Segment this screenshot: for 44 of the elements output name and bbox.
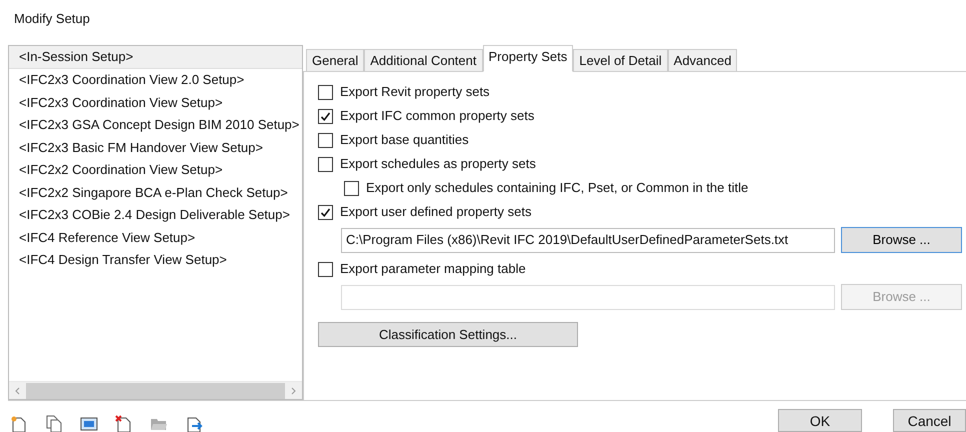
checkbox[interactable]: [318, 204, 333, 220]
tab[interactable]: General: [306, 49, 364, 71]
checkbox-label: Export user defined property sets: [340, 203, 532, 222]
rename-icon[interactable]: [80, 415, 98, 432]
checkbox-label: Export IFC common property sets: [340, 107, 534, 126]
checkbox[interactable]: [344, 180, 359, 196]
tab[interactable]: Level of Detail: [573, 49, 668, 71]
ok-button[interactable]: OK: [778, 409, 862, 432]
check-icon: [320, 110, 331, 122]
file-path-field[interactable]: C:\Program Files (x86)\Revit IFC 2019\DefaultUserDefinedParameterSets.txt: [341, 228, 835, 252]
check-icon: [320, 206, 331, 218]
tab[interactable]: Property Sets: [482, 45, 574, 72]
setup-list-item[interactable]: <IFC4 Reference View Setup>: [9, 226, 302, 248]
checkbox[interactable]: [318, 262, 333, 276]
tab[interactable]: Advanced: [668, 49, 738, 71]
setup-list-item[interactable]: <IFC2x3 COBie 2.4 Design Deliverable Setup>: [9, 204, 302, 226]
setup-list-item[interactable]: <IFC2x2 Singapore BCA e-Plan Check Setup>: [9, 181, 302, 204]
tab[interactable]: Additional Content: [364, 49, 482, 71]
setup-list-item[interactable]: <IFC2x2 Coordination View Setup>: [9, 158, 302, 181]
checkbox-label: Export parameter mapping table: [340, 260, 526, 278]
delete-file-icon[interactable]: [115, 415, 133, 432]
copy-icon[interactable]: [45, 415, 63, 432]
setup-list-item[interactable]: <IFC2x3 Coordination View 2.0 Setup>: [9, 68, 302, 91]
checkbox-label: Export Revit property sets: [340, 83, 490, 102]
checkbox[interactable]: [318, 108, 333, 124]
setup-list-item[interactable]: <IFC2x3 Coordination View Setup>: [9, 91, 302, 114]
checkbox-label: Export base quantities: [340, 131, 469, 150]
window-title: Modify Setup: [14, 10, 90, 28]
cancel-button[interactable]: Cancel: [893, 409, 966, 432]
checkbox[interactable]: [318, 84, 333, 100]
setup-list-item[interactable]: <In-Session Setup>: [9, 46, 302, 68]
export-icon[interactable]: [185, 415, 203, 432]
setup-list-item[interactable]: <IFC2x3 GSA Concept Design BIM 2010 Setup>: [9, 114, 302, 136]
setup-list-item[interactable]: <IFC2x3 Basic FM Handover View Setup>: [9, 136, 302, 158]
new-file-icon[interactable]: [10, 415, 28, 432]
scrollbar-thumb[interactable]: [26, 382, 285, 398]
browse-button[interactable]: Browse ...: [841, 227, 962, 253]
checkbox[interactable]: [318, 132, 333, 148]
classification-settings-button[interactable]: Classification Settings...: [318, 322, 578, 347]
horizontal-scrollbar[interactable]: [9, 381, 302, 399]
setup-list-item[interactable]: <IFC4 Design Transfer View Setup>: [9, 248, 302, 271]
checkbox-label: Export only schedules containing IFC, Pset, or Common in the title: [366, 179, 748, 198]
checkbox[interactable]: [318, 156, 333, 172]
checkbox-label: Export schedules as property sets: [340, 155, 536, 174]
